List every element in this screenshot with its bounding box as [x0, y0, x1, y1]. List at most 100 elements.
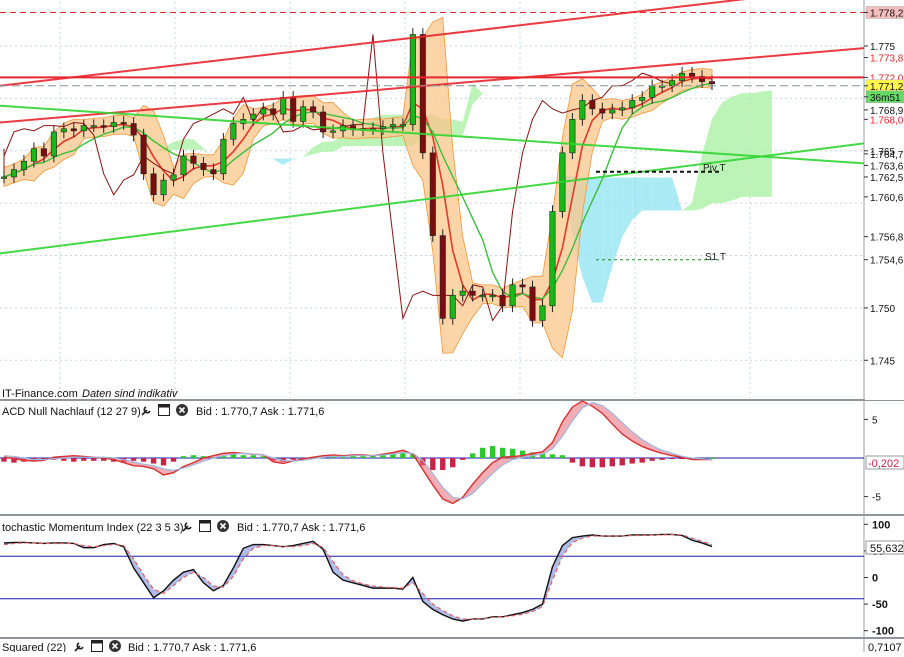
- smi-axis-label: 100: [872, 519, 890, 531]
- macd-histogram-bar: [649, 458, 655, 461]
- macd-histogram-bar: [559, 455, 566, 458]
- macd-histogram-bar: [81, 458, 87, 461]
- candle-body: [30, 148, 37, 162]
- window-icon[interactable]: [158, 404, 170, 416]
- candle-body: [70, 128, 77, 132]
- candle-body: [310, 106, 317, 113]
- candle-body: [150, 173, 157, 196]
- price-label: 1.764,7: [870, 150, 904, 161]
- candle-body: [180, 155, 187, 176]
- price-label: 1.773,8: [870, 54, 904, 65]
- macd-histogram-bar: [360, 456, 366, 458]
- macd-histogram-bar: [469, 453, 476, 458]
- ichimoku-cloud-segment: [452, 119, 463, 136]
- ichimoku-cloud-segment: [721, 96, 732, 204]
- candle-body: [439, 235, 446, 319]
- window-icon[interactable]: [199, 520, 211, 532]
- candle-body: [639, 97, 646, 101]
- ichimoku-cloud-segment: [323, 141, 334, 152]
- macd-axis-label: -5: [872, 493, 881, 504]
- candle-body: [290, 97, 297, 122]
- smi-axis-label: -50: [872, 599, 888, 611]
- macd-current-value: -0,202: [868, 458, 899, 470]
- price-label: 1.768,0: [870, 115, 904, 126]
- price-label: 1.750: [870, 304, 895, 315]
- bottom-title: Squared (22): [2, 642, 66, 652]
- macd-bid-ask: Bid : 1.770,7 Ask : 1.771,6: [196, 406, 324, 418]
- candle-body: [389, 124, 396, 127]
- ichimoku-cloud-segment: [741, 93, 752, 197]
- candle-body: [0, 176, 8, 179]
- ichimoku-cloud-segment: [642, 177, 653, 211]
- candle-body: [220, 138, 227, 175]
- close-icon[interactable]: [176, 404, 188, 416]
- candle-body: [100, 125, 107, 128]
- chart-canvas: 5-5 100500-50-100 1.778,21.7751.773,81.7…: [0, 0, 904, 654]
- ichimoku-cloud-segment: [652, 177, 663, 211]
- pivot-label: Piv T: [703, 163, 726, 174]
- candle-body: [708, 81, 716, 85]
- candle-body: [609, 109, 616, 114]
- macd-histogram-bar: [290, 458, 296, 460]
- watermark: IT-Finance.com: [2, 388, 78, 400]
- s1-label: S1 T: [705, 252, 726, 263]
- macd-histogram-bar: [440, 458, 446, 471]
- price-label: 1.775: [870, 42, 895, 53]
- close-icon[interactable]: [109, 640, 121, 652]
- candle-body: [649, 85, 656, 98]
- macd-histogram-bar: [609, 458, 615, 467]
- candle-body: [200, 163, 207, 170]
- smi-title: tochastic Momentum Index (22 3 5 3): [2, 522, 184, 534]
- macd-histogram-bar: [240, 455, 247, 458]
- candle-body: [599, 108, 606, 114]
- candle-body: [569, 119, 576, 154]
- candle-body: [140, 134, 147, 175]
- bottom-current-value: 0,7107: [868, 642, 902, 652]
- candle-body: [469, 290, 476, 296]
- candle-body: [589, 100, 596, 110]
- candle-body: [50, 131, 57, 157]
- candle-body: [110, 122, 117, 127]
- macd-histogram-bar: [190, 455, 197, 458]
- close-icon[interactable]: [217, 520, 229, 532]
- ichimoku-cloud-segment: [662, 177, 673, 211]
- candle-body: [120, 122, 127, 125]
- candle-body: [429, 152, 436, 236]
- price-label: 1.778,2: [870, 8, 904, 19]
- ichimoku-cloud-segment: [761, 90, 772, 197]
- macd-histogram-bar: [659, 458, 665, 460]
- window-icon[interactable]: [91, 640, 103, 652]
- macd-header: ACD Null Nachlauf (12 27 9) Bid : 1.770,…: [2, 404, 324, 418]
- smi-axis-label: -100: [872, 626, 894, 638]
- candle-body: [499, 295, 506, 307]
- smi-bid-ask: Bid : 1.770,7 Ask : 1.771,6: [237, 522, 365, 534]
- ichimoku-cloud-segment: [731, 93, 742, 201]
- candle-body: [330, 130, 337, 133]
- candle-body: [669, 80, 676, 87]
- price-label: 1.763,6: [870, 161, 904, 172]
- macd-histogram-bar: [619, 458, 625, 466]
- bottom-bid-ask: Bid : 1.770,7 Ask : 1.771,6: [128, 642, 256, 652]
- candle-body: [20, 160, 27, 170]
- candle-body: [250, 113, 257, 120]
- macd-histogram-bar: [569, 458, 576, 463]
- macd-histogram-bar: [170, 458, 177, 462]
- candle-body: [60, 128, 67, 133]
- ichimoku-cloud-segment: [751, 91, 762, 197]
- candle-body: [230, 123, 237, 140]
- candle-body: [409, 34, 416, 125]
- candle-body: [210, 169, 217, 175]
- macd-histogram-bar: [130, 458, 137, 461]
- candle-body: [190, 155, 197, 164]
- candle-body: [459, 290, 466, 296]
- smi-current-value: 55,632: [870, 543, 904, 555]
- macd-histogram-bar: [180, 456, 187, 458]
- price-label: 1.760,6: [870, 193, 904, 204]
- candle-body: [80, 125, 87, 132]
- candle-body: [320, 111, 327, 133]
- candle-body: [90, 125, 97, 128]
- macd-axis-label: 5: [872, 415, 878, 426]
- macd-histogram-bar: [629, 458, 635, 464]
- candle-body: [130, 123, 137, 136]
- ichimoku-cloud-segment: [183, 139, 194, 150]
